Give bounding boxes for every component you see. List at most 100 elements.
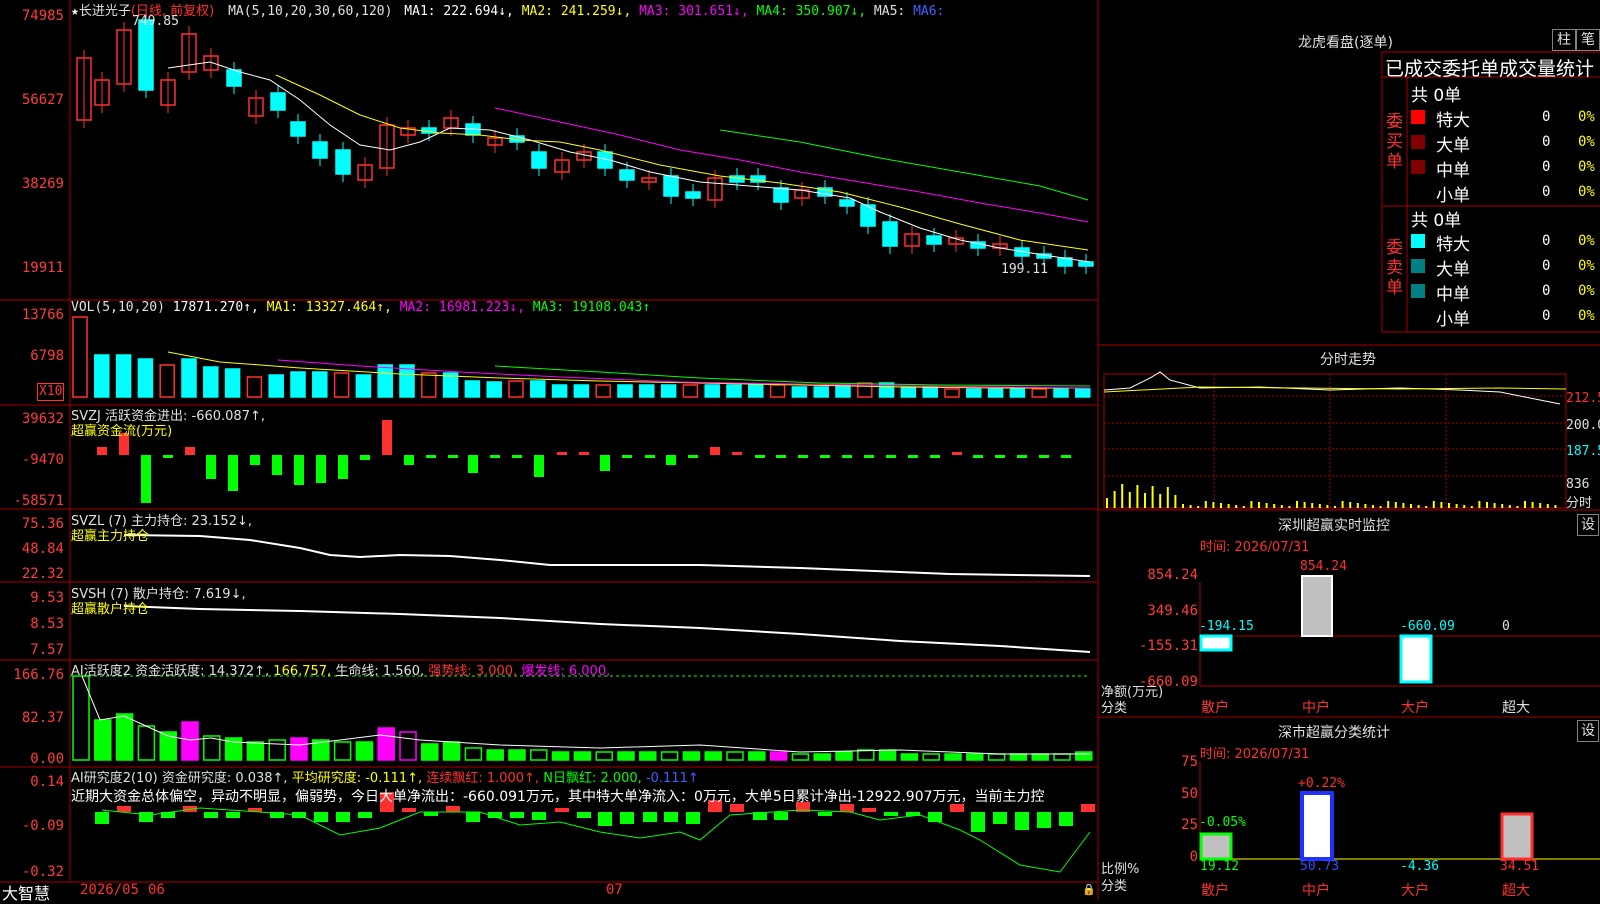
svzj-bar-3 — [163, 455, 173, 458]
ai-active-bar-22 — [551, 751, 570, 761]
vol-bar-31 — [748, 384, 764, 398]
minute-vol-bar-33 — [1356, 503, 1359, 508]
svzj-bar-5 — [206, 455, 216, 479]
ai-research-bar-31 — [774, 812, 788, 820]
svzj-bar-22 — [579, 452, 589, 455]
high-price-label: 749.85 — [132, 14, 179, 29]
minute-vol-bar-57 — [1539, 503, 1542, 508]
ai-research-bar-22 — [577, 812, 591, 818]
svzj-ytick-1: 39632 — [21, 411, 64, 427]
buy-count-3: 0 — [1542, 184, 1551, 200]
minute-vol-bar-40 — [1410, 504, 1412, 508]
ai-research-bar-5 — [204, 812, 218, 818]
minute-vol-bar-19 — [1250, 501, 1253, 508]
svzj-bar-7 — [250, 455, 260, 465]
buy-pct-1: 0% — [1578, 134, 1595, 150]
svzj-bar-14 — [404, 455, 414, 465]
sell-count-3: 0 — [1542, 308, 1551, 324]
ai-active-bar-42 — [987, 753, 1006, 761]
monitor-time: 时间: 2026/07/31 — [1200, 540, 1310, 555]
vol-bar-6 — [203, 366, 219, 398]
sell-count-0: 0 — [1542, 233, 1551, 249]
svzj-bar-2 — [141, 455, 151, 503]
sell-pct-1: 0% — [1578, 258, 1595, 274]
minute-unit: 分时 — [1566, 496, 1593, 511]
classify-cat-label: 分类 — [1101, 879, 1128, 894]
ma-label: MA(5,10,20,30,60,120) — [228, 4, 393, 19]
svzj-bar-13 — [382, 420, 392, 455]
monitor-ytick-3: -155.31 — [1138, 638, 1198, 654]
classify-cat-1: 散户 — [1201, 883, 1229, 899]
lock-icon[interactable]: 🔒 — [1082, 883, 1096, 896]
ai-active-bar-45 — [1053, 753, 1071, 761]
ai-active-bar-5 — [181, 721, 199, 761]
monitor-bar-big — [1399, 634, 1433, 684]
buy-pct-0: 0% — [1578, 109, 1595, 125]
minute-vol-bar-5 — [1144, 493, 1146, 508]
ai-active-bar-46 — [1075, 751, 1093, 761]
svzj-bar-38 — [930, 455, 940, 458]
ai-active-bar-26 — [639, 751, 657, 761]
svzj-bar-23 — [600, 455, 610, 471]
ai-research-bar-43 — [1037, 812, 1051, 828]
ai-active-bar-1 — [94, 719, 112, 761]
minute-vol-bar-43 — [1432, 501, 1435, 508]
ai-active-strong: 强势线: 3.000, — [428, 664, 518, 679]
buy-count-2: 0 — [1542, 159, 1551, 175]
minute-vol-bar-22 — [1273, 504, 1276, 508]
classify-settings-button[interactable]: 设 — [1577, 720, 1599, 742]
sell-swatch-0 — [1411, 234, 1425, 248]
minute-vol-bar-54 — [1516, 506, 1519, 508]
sell-label-0: 特大 — [1436, 235, 1470, 255]
ai-active-bar-27 — [660, 751, 679, 761]
svzl-ytick-1: 75.36 — [21, 516, 64, 532]
vol-ytick-1: 13766 — [21, 307, 64, 323]
svzj-bar-24 — [622, 455, 632, 458]
ai-research-bar-6 — [226, 812, 240, 818]
vol-bar-20 — [508, 380, 524, 398]
monitor-cat-3: 大户 — [1401, 700, 1429, 716]
ai-research-bar-36 — [884, 812, 898, 816]
date-axis-2: 06 — [148, 882, 165, 898]
monitor-cat-2: 中户 — [1302, 700, 1330, 716]
minute-vol-bar-7 — [1159, 494, 1162, 508]
svzj-bar-35 — [864, 455, 874, 458]
monitor-title: 深圳超赢实时监控 — [1278, 518, 1390, 534]
tick-view-button[interactable]: 笔 — [1576, 29, 1600, 51]
sell-count-1: 0 — [1542, 258, 1551, 274]
minute-vol-bar-21 — [1265, 503, 1268, 508]
minute-vol-bar-46 — [1455, 504, 1458, 508]
ai-active-bar-12 — [333, 741, 352, 761]
monitor-cat-4: 超大 — [1502, 700, 1530, 716]
svzl-ytick-3: 22.32 — [21, 566, 64, 582]
vol-bar-41 — [966, 388, 982, 398]
kline-candle-7 — [226, 69, 242, 87]
monitor-settings-button[interactable]: 设 — [1577, 514, 1599, 536]
minute-vol-bar-32 — [1349, 502, 1352, 508]
ai-active-bar-19 — [486, 749, 504, 761]
minute-vol-bar-29 — [1326, 505, 1329, 508]
minute-vol-bar-48 — [1470, 506, 1473, 508]
svzj-bar-42 — [1017, 455, 1027, 458]
svzl-ytick-2: 48.84 — [21, 541, 64, 557]
kline-candle-46 — [1078, 261, 1094, 267]
minute-vol-bar-2 — [1121, 484, 1124, 508]
ai-research-bar-26 — [664, 812, 678, 822]
minute-vol-bar-16 — [1227, 504, 1230, 508]
sell-label-2: 中单 — [1436, 285, 1470, 305]
kline-candle-10 — [290, 121, 306, 137]
ai-active-bar-21 — [530, 749, 548, 761]
ai-active-bar-14 — [377, 727, 395, 761]
ai-research-bar-25 — [643, 812, 657, 822]
minute-vol-bar-55 — [1524, 501, 1526, 508]
monitor-ytick-1: 854.24 — [1147, 567, 1198, 583]
minute-vol-bar-14 — [1212, 502, 1215, 508]
buy-swatch-2 — [1411, 160, 1425, 174]
column-view-button[interactable]: 柱 — [1552, 29, 1576, 51]
vol-bar-44 — [1031, 388, 1047, 398]
favorite-star-icon[interactable]: ★ — [71, 4, 79, 19]
buy-pct-2: 0% — [1578, 159, 1595, 175]
ai-active-title-bar: AI活跃度2 资金活跃度: 14.372↑, 166.757, 生命线: 1.5… — [71, 660, 610, 679]
svzj-bar-37 — [908, 455, 918, 458]
chart-canvas[interactable] — [0, 0, 1600, 900]
